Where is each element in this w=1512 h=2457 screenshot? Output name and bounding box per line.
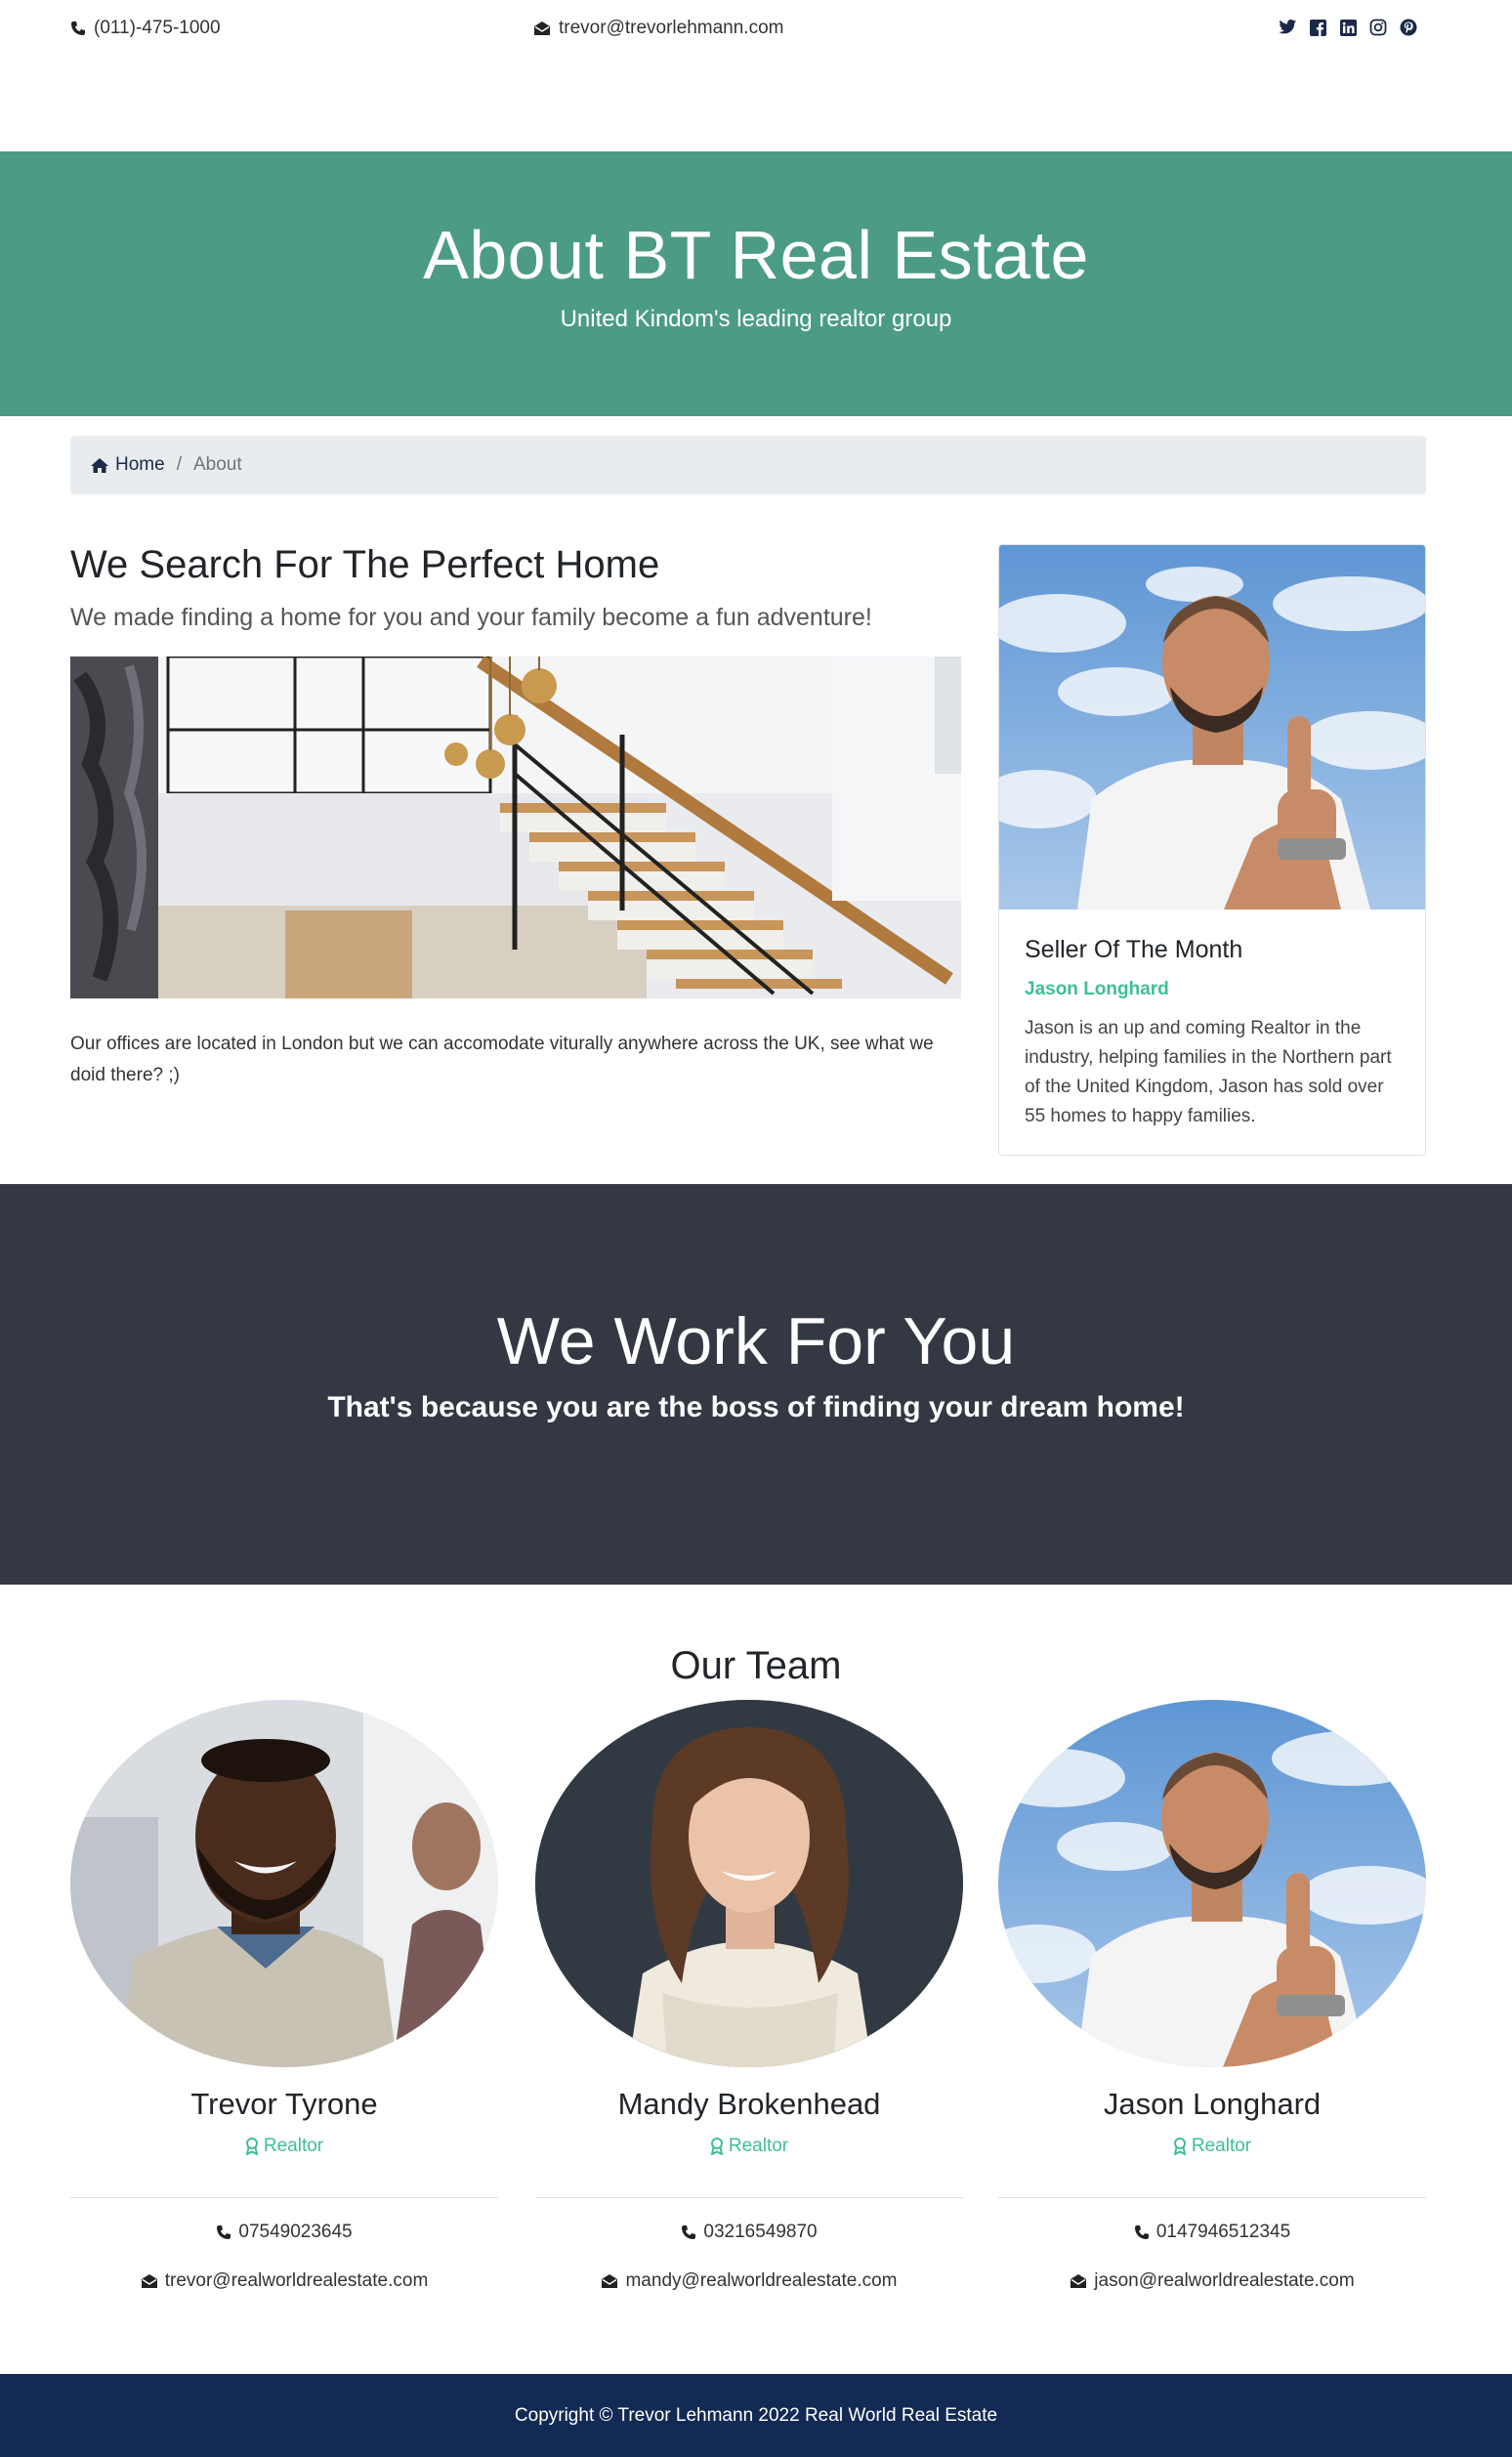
envelope-icon bbox=[141, 2273, 158, 2289]
footer: Copyright © Trevor Lehmann 2022 Real Wor… bbox=[0, 2374, 1512, 2457]
award-icon bbox=[710, 2138, 724, 2155]
member-phone[interactable]: 07549023645 bbox=[70, 2222, 498, 2243]
staircase-image bbox=[70, 657, 961, 998]
member-photo bbox=[70, 1700, 498, 2067]
hero-subtitle: United Kindom's leading realtor group bbox=[560, 306, 952, 332]
member-name: Mandy Brokenhead bbox=[617, 2087, 881, 2121]
breadcrumb-home-link[interactable]: Home bbox=[90, 454, 165, 476]
breadcrumb: Home / About bbox=[70, 436, 1426, 494]
member-role-text: Realtor bbox=[1191, 2136, 1252, 2156]
intro-paragraph: Our offices are located in London but we… bbox=[70, 1034, 934, 1085]
top-email-text: trevor@trevorlehmann.com bbox=[559, 18, 784, 38]
member-email[interactable]: jason@realworldrealestate.com bbox=[998, 2270, 1426, 2292]
divider bbox=[535, 2197, 963, 2198]
team-heading: Our Team bbox=[670, 1644, 842, 1687]
work-for-you-section: We Work For You That's because you are t… bbox=[0, 1184, 1512, 1585]
breadcrumb-home-label: Home bbox=[115, 454, 165, 475]
member-role: Realtor bbox=[535, 2136, 963, 2157]
member-phone-text: 0147946512345 bbox=[1155, 2222, 1291, 2242]
phone-icon bbox=[216, 2224, 231, 2240]
member-email[interactable]: trevor@realworldrealestate.com bbox=[70, 2270, 498, 2292]
member-phone-text: 03216549870 bbox=[703, 2222, 818, 2242]
top-email[interactable]: trevor@trevorlehmann.com bbox=[533, 18, 783, 39]
member-phone-text: 07549023645 bbox=[238, 2222, 353, 2242]
top-phone-text: (011)-475-1000 bbox=[94, 18, 221, 38]
award-icon bbox=[1173, 2138, 1187, 2155]
intro-lead: We made finding a home for you and your … bbox=[70, 604, 872, 631]
hero-banner: About BT Real Estate United Kindom's lea… bbox=[0, 151, 1512, 416]
member-phone[interactable]: 0147946512345 bbox=[998, 2222, 1426, 2243]
member-name: Trevor Tyrone bbox=[190, 2087, 378, 2121]
member-email[interactable]: mandy@realworldrealestate.com bbox=[535, 2270, 963, 2292]
top-phone[interactable]: (011)-475-1000 bbox=[70, 18, 221, 39]
phone-icon bbox=[1134, 2224, 1150, 2240]
breadcrumb-current: About bbox=[192, 454, 242, 475]
envelope-icon bbox=[533, 21, 551, 36]
member-phone[interactable]: 03216549870 bbox=[535, 2222, 963, 2243]
team-member-card: Jason Longhard Realtor 0147946512345 jas… bbox=[998, 1700, 1426, 2310]
member-name: Jason Longhard bbox=[1103, 2087, 1322, 2121]
member-photo bbox=[998, 1700, 1426, 2067]
team-member-card: Trevor Tyrone Realtor 07549023645 trevor… bbox=[70, 1700, 498, 2310]
member-photo bbox=[535, 1700, 963, 2067]
phone-icon bbox=[70, 21, 86, 36]
social-links bbox=[1278, 18, 1418, 37]
seller-of-month-card: Seller Of The Month Jason Longhard Jason… bbox=[998, 544, 1426, 1156]
member-role-text: Realtor bbox=[263, 2136, 324, 2156]
intro-title: We Search For The Perfect Home bbox=[70, 543, 660, 586]
home-icon bbox=[90, 457, 109, 474]
award-icon bbox=[245, 2138, 259, 2155]
pinterest-icon[interactable] bbox=[1399, 18, 1418, 37]
linkedin-icon[interactable] bbox=[1338, 18, 1358, 37]
seller-description: Jason is an up and coming Realtor in the… bbox=[1025, 1018, 1392, 1126]
member-role-text: Realtor bbox=[728, 2136, 789, 2156]
twitter-icon[interactable] bbox=[1278, 18, 1297, 37]
member-email-text: jason@realworldrealestate.com bbox=[1094, 2270, 1355, 2291]
divider bbox=[70, 2197, 498, 2198]
breadcrumb-separator: / bbox=[176, 454, 182, 475]
hero-title: About BT Real Estate bbox=[423, 217, 1089, 293]
seller-photo bbox=[999, 545, 1425, 910]
envelope-icon bbox=[601, 2273, 618, 2289]
member-role: Realtor bbox=[70, 2136, 498, 2157]
band-subtitle: That's because you are the boss of findi… bbox=[327, 1391, 1185, 1423]
member-email-text: trevor@realworldrealestate.com bbox=[164, 2270, 429, 2291]
member-email-text: mandy@realworldrealestate.com bbox=[625, 2270, 898, 2291]
divider bbox=[998, 2197, 1426, 2198]
top-contact-bar: (011)-475-1000 trevor@trevorlehmann.com bbox=[0, 0, 1512, 151]
instagram-icon[interactable] bbox=[1368, 18, 1388, 37]
band-title: We Work For You bbox=[496, 1304, 1016, 1378]
seller-card-title: Seller Of The Month bbox=[1025, 936, 1243, 963]
envelope-icon bbox=[1070, 2273, 1087, 2289]
facebook-icon[interactable] bbox=[1308, 18, 1327, 37]
phone-icon bbox=[681, 2224, 696, 2240]
team-member-card: Mandy Brokenhead Realtor 03216549870 man… bbox=[535, 1700, 963, 2310]
footer-copyright: Copyright © Trevor Lehmann 2022 Real Wor… bbox=[514, 2404, 998, 2426]
seller-name: Jason Longhard bbox=[1025, 979, 1169, 999]
member-role: Realtor bbox=[998, 2136, 1426, 2157]
